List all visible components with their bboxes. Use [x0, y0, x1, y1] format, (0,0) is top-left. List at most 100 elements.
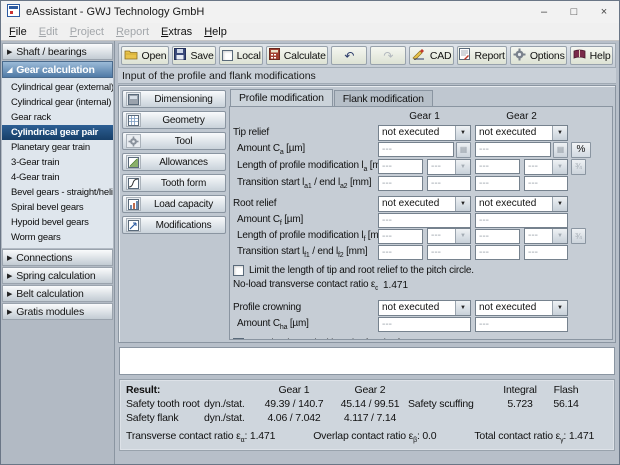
- root-amount-gear2-field[interactable]: ---: [475, 213, 568, 228]
- sidebar-item-gear-rack[interactable]: Gear rack: [2, 110, 113, 125]
- tip-amount-label: Amount Ca [µm]: [233, 143, 378, 156]
- root-amount-gear1-field[interactable]: ---: [378, 213, 471, 228]
- no-load-contact-ratio-label: No-load transverse contact ratio εα: [233, 279, 378, 292]
- percent-button[interactable]: %: [571, 142, 591, 158]
- undo-button[interactable]: ↶: [331, 46, 367, 65]
- tip-length-gear2-field[interactable]: ---: [475, 159, 520, 174]
- tip-relief-gear2-select[interactable]: not executed ▼: [475, 125, 568, 141]
- sidebar-category-connections[interactable]: ▶ Connections: [2, 249, 113, 266]
- tip-amount-gear1-field[interactable]: ---: [378, 142, 454, 157]
- root-length-gear1-field[interactable]: ---: [378, 229, 423, 244]
- limit-pitch-circle-row: Limit the length of tip and root relief …: [233, 263, 610, 277]
- safety-flank-gear1: 4.06 / 7.042: [256, 412, 332, 424]
- help-button-label: Help: [590, 50, 611, 62]
- sidebar-item-cylindrical-gear-pair[interactable]: Cylindrical gear pair: [2, 125, 113, 140]
- collapsed-arrow-icon: ▶: [7, 48, 12, 56]
- sidebar-item-worm-gears[interactable]: Worm gears: [2, 230, 113, 245]
- open-button[interactable]: Open: [121, 46, 169, 65]
- menu-file[interactable]: File: [3, 25, 33, 39]
- root-amount-label: Amount Cf [µm]: [233, 214, 378, 227]
- maximize-button[interactable]: □: [559, 1, 589, 23]
- chevron-down-icon: ▼: [455, 160, 470, 174]
- tab-profile-modification[interactable]: Profile modification: [230, 89, 333, 106]
- load-capacity-icon: [126, 197, 141, 211]
- root-length-row: Length of profile modification lf [mm] -…: [233, 228, 610, 244]
- tool-button[interactable]: Tool: [122, 132, 226, 150]
- local-toggle[interactable]: Local: [219, 46, 263, 65]
- sidebar-item-3-gear-train[interactable]: 3-Gear train: [2, 155, 113, 170]
- load-capacity-button[interactable]: Load capacity: [122, 195, 226, 213]
- tip-transition-gear2-end-field[interactable]: ---: [524, 176, 568, 191]
- chevron-down-icon[interactable]: ▼: [455, 126, 470, 140]
- allowances-button[interactable]: Allowances: [122, 153, 226, 171]
- root-relief-gear2-select[interactable]: not executed ▼: [475, 196, 568, 212]
- total-contact-ratio: Total contact ratio εγ: 1.471: [474, 430, 594, 444]
- profile-crowning-gear1-select[interactable]: not executed ▼: [378, 300, 471, 316]
- root-transition-gear2-end-field[interactable]: ---: [524, 245, 568, 260]
- sidebar-category-gear-calculation[interactable]: ◢ Gear calculation: [2, 61, 113, 78]
- sidebar-item-4-gear-train[interactable]: 4-Gear train: [2, 170, 113, 185]
- tool-label: Tool: [145, 136, 222, 147]
- root-relief-gear1-select[interactable]: not executed ▼: [378, 196, 471, 212]
- tooth-form-button[interactable]: Tooth form: [122, 174, 226, 192]
- limit-pitch-circle-checkbox[interactable]: [233, 265, 244, 276]
- chevron-down-icon[interactable]: ▼: [455, 197, 470, 211]
- geometry-button[interactable]: Geometry: [122, 111, 226, 129]
- root-length-label: Length of profile modification lf [mm]: [233, 230, 378, 243]
- status-text: Input of the profile and flank modificat…: [122, 70, 316, 82]
- cad-button[interactable]: CAD: [409, 46, 454, 65]
- sidebar-category-belt-calculation[interactable]: ▶ Belt calculation: [2, 285, 113, 302]
- root-transition-gear1-start-field[interactable]: ---: [378, 245, 423, 260]
- tip-transition-gear1-start-field[interactable]: ---: [378, 176, 423, 191]
- sidebar-category-shaft-bearings[interactable]: ▶ Shaft / bearings: [2, 43, 113, 60]
- sidebar-item-spiral-bevel-gears[interactable]: Spiral bevel gears: [2, 200, 113, 215]
- chevron-down-icon[interactable]: ▼: [552, 301, 567, 315]
- root-length-gear2-field[interactable]: ---: [475, 229, 520, 244]
- minimize-button[interactable]: –: [529, 1, 559, 23]
- chevron-down-icon[interactable]: ▼: [552, 197, 567, 211]
- tab-flank-modification[interactable]: Flank modification: [334, 90, 433, 107]
- crowning-amount-gear1-field[interactable]: ---: [378, 317, 471, 332]
- sidebar-item-cylindrical-gear-internal[interactable]: Cylindrical gear (internal): [2, 95, 113, 110]
- sidebar-item-hypoid-bevel-gears[interactable]: Hypoid bevel gears: [2, 215, 113, 230]
- sidebar: ▶ Shaft / bearings ◢ Gear calculation Cy…: [1, 41, 115, 464]
- modifications-button[interactable]: Modifications: [122, 216, 226, 234]
- sidebar-item-bevel-gears[interactable]: Bevel gears - straight/helical: [2, 185, 113, 200]
- crowning-amount-label: Amount Cha [µm]: [233, 318, 378, 331]
- save-button[interactable]: Save: [172, 46, 216, 65]
- safety-scuffing-flash: 56.14: [544, 398, 588, 410]
- dimensioning-button[interactable]: Dimensioning: [122, 90, 226, 108]
- menu-help[interactable]: Help: [198, 25, 233, 39]
- help-button[interactable]: Help: [570, 46, 613, 65]
- tip-relief-gear1-select[interactable]: not executed ▼: [378, 125, 471, 141]
- tip-length-gear1-field[interactable]: ---: [378, 159, 423, 174]
- sidebar-category-gratis-modules[interactable]: ▶ Gratis modules: [2, 303, 113, 320]
- profile-crowning-gear2-select[interactable]: not executed ▼: [475, 300, 568, 316]
- chevron-down-icon[interactable]: ▼: [455, 301, 470, 315]
- sidebar-item-planetary-gear-train[interactable]: Planetary gear train: [2, 140, 113, 155]
- tip-transition-gear2-start-field[interactable]: ---: [475, 176, 520, 191]
- tip-amount-gear2-field[interactable]: ---: [475, 142, 551, 157]
- report-button[interactable]: Report: [457, 46, 507, 65]
- menu-extras[interactable]: Extras: [155, 25, 198, 39]
- sidebar-category-spring-calculation[interactable]: ▶ Spring calculation: [2, 267, 113, 284]
- crowning-amount-gear2-field[interactable]: ---: [475, 317, 568, 332]
- calculate-button-label: Calculate: [284, 50, 326, 62]
- theoretical-length-checkbox[interactable]: [233, 338, 244, 341]
- cad-icon: [412, 48, 426, 63]
- safety-scuffing-integral: 5.723: [496, 398, 544, 410]
- report-icon: [459, 48, 470, 63]
- root-transition-gear1-end-field[interactable]: ---: [427, 245, 471, 260]
- root-transition-gear2-start-field[interactable]: ---: [475, 245, 520, 260]
- open-button-label: Open: [142, 50, 167, 62]
- tip-transition-gear1-end-field[interactable]: ---: [427, 176, 471, 191]
- close-button[interactable]: ×: [589, 1, 619, 23]
- calculate-button[interactable]: Calculate: [266, 46, 328, 65]
- options-button[interactable]: Options: [510, 46, 567, 65]
- sidebar-item-cylindrical-gear-external[interactable]: Cylindrical gear (external): [2, 80, 113, 95]
- local-checkbox[interactable]: [222, 50, 233, 61]
- modifications-label: Modifications: [145, 220, 222, 231]
- section-nav: Dimensioning Geometry Tool Allowances: [122, 89, 226, 340]
- tip-transition-label: Transition start la1 / end la2 [mm]: [233, 177, 378, 190]
- chevron-down-icon[interactable]: ▼: [552, 126, 567, 140]
